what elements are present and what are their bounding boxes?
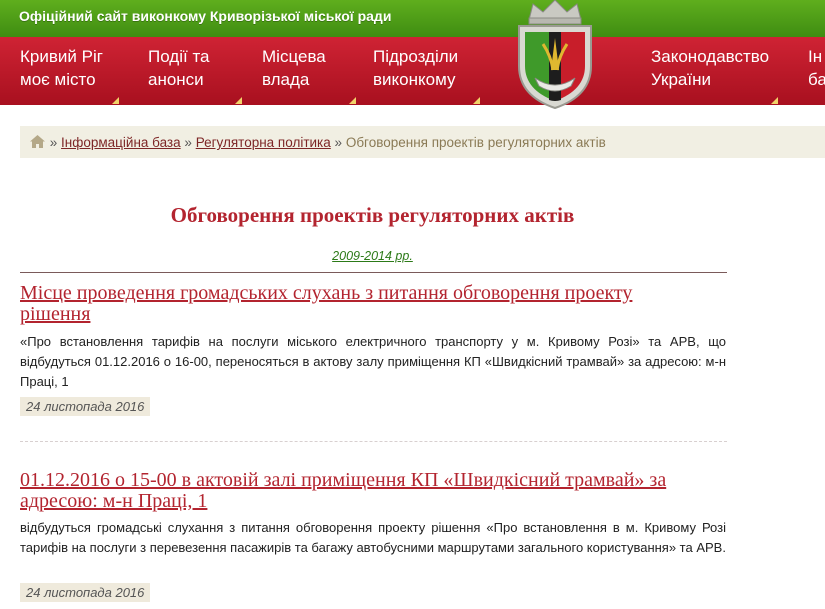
- content-divider: [20, 272, 727, 273]
- breadcrumb-link-info-base[interactable]: Інформаційна база: [61, 135, 181, 150]
- news-body: «Про встановлення тарифів на послуги міс…: [20, 334, 726, 389]
- nav-item-label: Ін: [808, 47, 823, 66]
- news-title-line: 01.12.2016 о 15-00 в актовій залі приміщ…: [20, 469, 667, 491]
- nav-item-label: моє місто: [20, 70, 96, 89]
- nav-item-label: Підрозділи: [373, 47, 459, 66]
- home-icon[interactable]: [29, 134, 46, 149]
- nav-item-label: України: [651, 70, 711, 89]
- site-title[interactable]: Офіційний сайт виконкому Криворізької мі…: [19, 8, 391, 24]
- breadcrumb-link-regulatory-policy[interactable]: Регуляторна політика: [196, 135, 331, 150]
- news-title-line: адресою: м-н Праці, 1: [20, 490, 208, 512]
- nav-item-label: Місцева: [262, 47, 326, 66]
- nav-item-label: анонси: [148, 70, 204, 89]
- nav-item-events[interactable]: Події та анонси: [148, 45, 245, 105]
- news-date: 24 листопада 2016: [20, 583, 151, 602]
- nav-item-label: Кривий Ріг: [20, 47, 103, 66]
- archive-years-link[interactable]: 2009-2014 рр.: [0, 249, 745, 263]
- submenu-corner-icon: [112, 97, 119, 104]
- nav-item-local-government[interactable]: Місцева влада: [262, 45, 359, 105]
- submenu-corner-icon: [771, 97, 778, 104]
- nav-item-departments[interactable]: Підрозділи виконкому: [373, 45, 483, 105]
- nav-item-label: влада: [262, 70, 310, 89]
- news-body: відбудуться громадські слухання з питанн…: [20, 520, 726, 555]
- breadcrumb-separator: »: [184, 135, 192, 150]
- nav-item-label: ба: [808, 70, 825, 89]
- main-nav: Кривий Ріг моє місто Події та анонси Міс…: [0, 37, 825, 105]
- submenu-corner-icon: [349, 97, 356, 104]
- nav-item-label: Події та: [148, 47, 210, 66]
- news-separator: [20, 441, 727, 442]
- coat-of-arms-icon: [518, 0, 592, 110]
- breadcrumb-separator: »: [334, 135, 343, 150]
- city-emblem[interactable]: [505, 0, 605, 110]
- top-bar: Офіційний сайт виконкому Криворізької мі…: [0, 0, 825, 37]
- breadcrumb: » Інформаційна база » Регуляторна політи…: [20, 126, 825, 158]
- news-title[interactable]: Місце проведення громадських слухань з п…: [20, 283, 700, 325]
- news-title[interactable]: 01.12.2016 о 15-00 в актовій залі приміщ…: [20, 470, 700, 512]
- submenu-corner-icon: [235, 97, 242, 104]
- nav-item-label: Законодавство: [651, 47, 770, 66]
- news-title-line: Місце проведення громадських слухань з п…: [20, 282, 633, 304]
- news-date: 24 листопада 2016: [20, 397, 151, 416]
- nav-item-kryvyi-rih[interactable]: Кривий Ріг моє місто: [20, 45, 125, 105]
- nav-item-legislation[interactable]: Законодавство України: [651, 45, 783, 105]
- nav-item-info-base[interactable]: Ін ба: [808, 45, 825, 105]
- nav-item-label: виконкому: [373, 70, 456, 89]
- breadcrumb-current: Обговорення проектів регуляторних актів: [345, 135, 606, 150]
- breadcrumb-separator: »: [49, 135, 58, 150]
- news-title-line: рішення: [20, 303, 91, 325]
- submenu-corner-icon: [473, 97, 480, 104]
- page-title: Обговорення проектів регуляторних актів: [170, 203, 575, 227]
